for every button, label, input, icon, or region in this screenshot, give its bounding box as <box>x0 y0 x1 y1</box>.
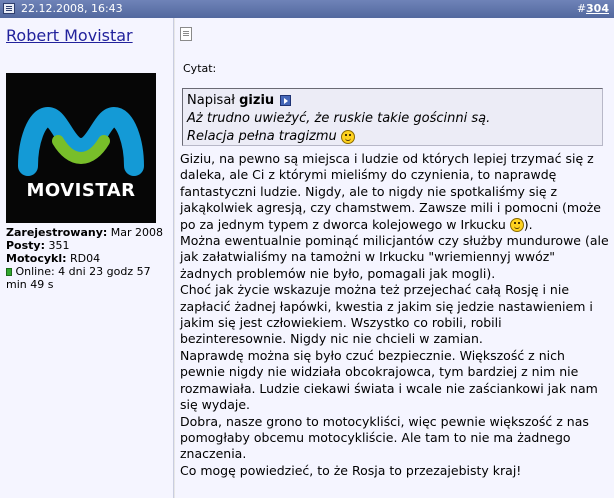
quote-line-1: Aż trudno uwieżyć, że ruskie takie gości… <box>187 111 491 126</box>
motorcycle-row: Motocykl: RD04 <box>6 252 166 265</box>
message-paragraph: Dobra, nasze grono to motocykliści, więc… <box>180 413 589 462</box>
username-link[interactable]: Robert Movistar <box>6 26 133 45</box>
motorcycle-label: Motocykl: <box>6 252 67 265</box>
smiley-icon <box>340 129 355 144</box>
user-details: Zarejestrowany: Mar 2008 Posty: 351 Moto… <box>6 226 166 291</box>
posts-label: Posty: <box>6 239 45 252</box>
message-paragraph: Co mogę powiedzieć, to że Rosja to przez… <box>180 462 522 478</box>
posts-value: 351 <box>45 239 70 252</box>
message-paragraph: Choć jak życie wskazuje można też przeje… <box>180 282 593 347</box>
post-body: Cytat: Napisał giziu Aż trudno uwieżyć, … <box>175 18 614 498</box>
quote-line-2: Relacja pełna tragizmu <box>187 128 598 146</box>
post-date: 22.12.2008, 16:43 <box>21 2 123 15</box>
message-text: Giziu, na pewno są miejsca i ludzie od k… <box>180 151 610 479</box>
registered-label: Zarejestrowany: <box>6 226 108 239</box>
avatar-logo-text: movistar <box>26 180 136 201</box>
post-number-link[interactable]: #304 <box>577 2 609 15</box>
quote-line-2-text: Relacja pełna tragizmu <box>187 129 341 144</box>
online-time: Online: 4 dni 23 godz 57 min 49 s <box>6 265 151 291</box>
document-icon <box>180 27 192 41</box>
quote-label: Cytat: <box>183 62 217 75</box>
message-paragraph: Naprawdę można się było czuć bezpiecznie… <box>180 347 598 413</box>
online-row: Online: 4 dni 23 godz 57 min 49 s <box>6 265 166 291</box>
quote-header: Napisał giziu <box>187 92 598 110</box>
quote-author-prefix: Napisał <box>187 93 240 108</box>
smiley-icon <box>509 218 524 233</box>
post-header-bar: 22.12.2008, 16:43 #304 <box>0 0 614 18</box>
motorcycle-value: RD04 <box>66 252 101 265</box>
user-info-panel: Robert Movistar movistar Zarejestrowany:… <box>0 18 174 498</box>
avatar: movistar <box>6 73 156 223</box>
post-number[interactable]: 304 <box>586 2 609 15</box>
message-paragraph: Giziu, na pewno są miejsca i ludzie od k… <box>180 151 610 233</box>
view-post-icon[interactable] <box>280 95 292 106</box>
registered-row: Zarejestrowany: Mar 2008 <box>6 226 166 239</box>
quote-author: giziu <box>239 93 275 108</box>
message-paragraph-text: Giziu, na pewno są miejsca i ludzie od k… <box>180 151 601 232</box>
message-paragraph: Można ewentualnie pominąć milicjantów cz… <box>180 233 609 281</box>
quote-box: Napisał giziu Aż trudno uwieżyć, że rusk… <box>182 88 603 146</box>
post-icon <box>3 3 15 14</box>
post-number-prefix: # <box>576 2 587 15</box>
posts-row: Posty: 351 <box>6 239 166 252</box>
message-paragraph-suffix: ). <box>523 216 533 232</box>
registered-value: Mar 2008 <box>107 226 164 239</box>
